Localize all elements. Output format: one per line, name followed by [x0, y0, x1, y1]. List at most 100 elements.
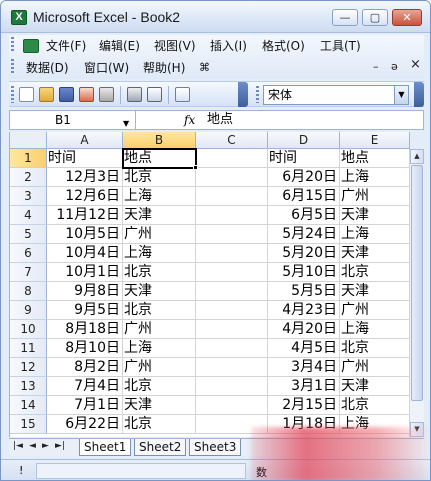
fill-handle[interactable] — [193, 165, 198, 170]
minimize-button[interactable]: — — [332, 9, 358, 26]
toolbar-grip-icon[interactable] — [256, 86, 259, 103]
chevron-down-icon[interactable]: ▼ — [394, 86, 408, 104]
menu-edit[interactable]: 编辑(E) — [99, 37, 140, 55]
cell-e2[interactable]: 上海 — [340, 168, 410, 187]
cell-e9[interactable]: 广州 — [340, 301, 410, 320]
menu-window[interactable]: 窗口(W) — [84, 59, 129, 77]
cell-e14[interactable]: 北京 — [340, 396, 410, 415]
row-header[interactable]: 3 — [10, 187, 47, 206]
cell-b13[interactable]: 北京 — [123, 377, 196, 396]
menu-tools[interactable]: 工具(T) — [320, 37, 361, 55]
toolbar-grip-icon[interactable] — [11, 86, 14, 103]
spelling-icon[interactable] — [175, 87, 190, 102]
cell-c3[interactable] — [196, 187, 268, 206]
cell-d1[interactable]: 时间 — [268, 149, 340, 168]
close-button[interactable]: ✕ — [392, 9, 422, 26]
cell-a2[interactable]: 12月3日 — [47, 168, 123, 187]
cell-a5[interactable]: 10月5日 — [47, 225, 123, 244]
column-header-d[interactable]: D — [268, 132, 340, 149]
cell-c1[interactable] — [196, 149, 268, 168]
doc-restore-button[interactable]: ə — [391, 60, 398, 73]
menu-grip-icon[interactable] — [11, 37, 14, 53]
cell-b10[interactable]: 广州 — [123, 320, 196, 339]
cell-c13[interactable] — [196, 377, 268, 396]
cell-c5[interactable] — [196, 225, 268, 244]
next-sheet-icon[interactable]: ► — [42, 441, 49, 451]
row-header[interactable]: 5 — [10, 225, 47, 244]
workbook-icon[interactable] — [23, 39, 39, 53]
cell-d9[interactable]: 4月23日 — [268, 301, 340, 320]
row-header[interactable]: 14 — [10, 396, 47, 415]
insert-function-icon[interactable]: fx — [184, 113, 195, 127]
cell-d14[interactable]: 2月15日 — [268, 396, 340, 415]
permission-icon[interactable] — [79, 87, 94, 102]
cell-d11[interactable]: 4月5日 — [268, 339, 340, 358]
cell-a14[interactable]: 7月1日 — [47, 396, 123, 415]
tab-sheet3[interactable]: Sheet3 — [189, 439, 242, 456]
ime-icon[interactable]: ⌘ — [199, 59, 210, 77]
row-header[interactable]: 6 — [10, 244, 47, 263]
cell-e3[interactable]: 广州 — [340, 187, 410, 206]
doc-minimize-button[interactable]: – — [373, 60, 379, 73]
select-all-corner[interactable] — [10, 132, 47, 149]
print-preview-icon[interactable] — [147, 87, 162, 102]
print-icon[interactable] — [127, 87, 142, 102]
cell-d5[interactable]: 5月24日 — [268, 225, 340, 244]
cell-b15[interactable]: 北京 — [123, 415, 196, 434]
column-header-c[interactable]: C — [196, 132, 268, 149]
cell-c9[interactable] — [196, 301, 268, 320]
cell-c10[interactable] — [196, 320, 268, 339]
cell-a15[interactable]: 6月22日 — [47, 415, 123, 434]
row-header[interactable]: 2 — [10, 168, 47, 187]
name-box[interactable]: B1 ▼ — [10, 111, 136, 129]
email-icon[interactable] — [99, 87, 114, 102]
chevron-down-icon[interactable]: ▼ — [123, 115, 129, 133]
cell-e11[interactable]: 北京 — [340, 339, 410, 358]
menu-file[interactable]: 文件(F) — [46, 37, 86, 55]
row-header[interactable]: 8 — [10, 282, 47, 301]
cell-c6[interactable] — [196, 244, 268, 263]
first-sheet-icon[interactable]: |◄ — [13, 441, 23, 451]
cell-b1[interactable]: 地点 — [123, 149, 196, 168]
row-header[interactable]: 13 — [10, 377, 47, 396]
cell-a3[interactable]: 12月6日 — [47, 187, 123, 206]
cell-e5[interactable]: 上海 — [340, 225, 410, 244]
cell-a4[interactable]: 11月12日 — [47, 206, 123, 225]
cell-a6[interactable]: 10月4日 — [47, 244, 123, 263]
cell-d13[interactable]: 3月1日 — [268, 377, 340, 396]
row-header[interactable]: 15 — [10, 415, 47, 434]
cell-e12[interactable]: 广州 — [340, 358, 410, 377]
cell-c12[interactable] — [196, 358, 268, 377]
cell-b9[interactable]: 北京 — [123, 301, 196, 320]
cell-a10[interactable]: 8月18日 — [47, 320, 123, 339]
row-header[interactable]: 4 — [10, 206, 47, 225]
menu-view[interactable]: 视图(V) — [154, 37, 196, 55]
cell-c2[interactable] — [196, 168, 268, 187]
row-header[interactable]: 12 — [10, 358, 47, 377]
cell-b11[interactable]: 上海 — [123, 339, 196, 358]
toolbar-options-icon[interactable] — [238, 82, 248, 107]
scroll-up-icon[interactable]: ▲ — [410, 149, 424, 164]
cell-e13[interactable]: 天津 — [340, 377, 410, 396]
column-header-a[interactable]: A — [47, 132, 123, 149]
cell-d4[interactable]: 6月5日 — [268, 206, 340, 225]
menu-data[interactable]: 数据(D) — [26, 59, 69, 77]
font-name-select[interactable]: 宋体 ▼ — [263, 85, 409, 105]
cell-e8[interactable]: 天津 — [340, 282, 410, 301]
menu-insert[interactable]: 插入(I) — [210, 37, 247, 55]
excel-app-icon[interactable]: X — [11, 10, 27, 25]
cell-e6[interactable]: 天津 — [340, 244, 410, 263]
open-folder-icon[interactable] — [39, 87, 54, 102]
cell-e10[interactable]: 上海 — [340, 320, 410, 339]
save-icon[interactable] — [59, 87, 74, 102]
tab-sheet1[interactable]: Sheet1 — [79, 439, 132, 456]
cell-b2[interactable]: 北京 — [123, 168, 196, 187]
vertical-scrollbar[interactable]: ▲ ▼ — [409, 149, 424, 437]
row-header[interactable]: 9 — [10, 301, 47, 320]
cell-c14[interactable] — [196, 396, 268, 415]
cell-d12[interactable]: 3月4日 — [268, 358, 340, 377]
formula-input[interactable]: 地点 — [207, 112, 233, 128]
cell-b6[interactable]: 上海 — [123, 244, 196, 263]
cell-a12[interactable]: 8月2日 — [47, 358, 123, 377]
cell-d2[interactable]: 6月20日 — [268, 168, 340, 187]
